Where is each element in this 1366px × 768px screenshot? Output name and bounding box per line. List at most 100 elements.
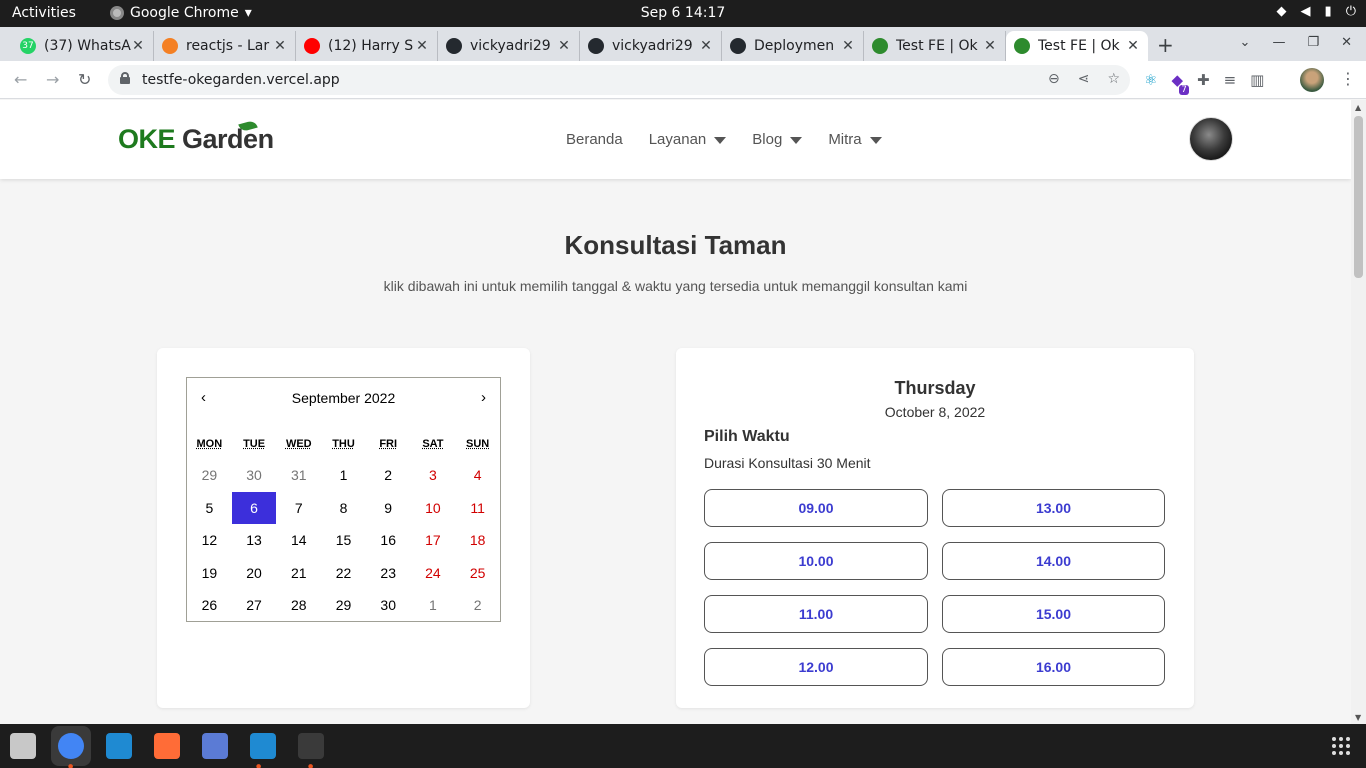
screenshot-icon[interactable] — [202, 733, 228, 759]
calendar-day[interactable]: 29 — [187, 459, 232, 492]
calendar-day[interactable]: 7 — [276, 492, 321, 525]
user-avatar[interactable] — [1189, 117, 1233, 161]
forward-icon[interactable]: → — [46, 70, 59, 89]
calendar-day[interactable]: 16 — [366, 524, 411, 557]
browser-tab[interactable]: (12) Harry S ✕ — [296, 31, 438, 61]
calendar-day[interactable]: 25 — [455, 557, 500, 590]
files-icon[interactable] — [10, 733, 36, 759]
maximize-icon[interactable]: ❐ — [1307, 35, 1319, 50]
show-apps-icon[interactable] — [1332, 737, 1350, 755]
close-tab-icon[interactable]: ✕ — [699, 38, 713, 54]
url-text[interactable]: testfe-okegarden.vercel.app — [142, 72, 340, 88]
power-icon[interactable]: ⏻ — [1346, 4, 1356, 19]
calendar-day[interactable]: 20 — [232, 557, 277, 590]
calendar-day[interactable]: 14 — [276, 524, 321, 557]
nav-item-mitra[interactable]: Mitra — [828, 131, 882, 148]
calendar-day[interactable]: 28 — [276, 589, 321, 622]
reload-icon[interactable]: ↻ — [78, 70, 91, 89]
time-slot-button[interactable]: 09.00 — [704, 489, 928, 527]
scroll-thumb[interactable] — [1354, 116, 1363, 278]
zoom-icon[interactable]: ⊖ — [1048, 71, 1060, 87]
volume-icon[interactable]: ◀ — [1301, 4, 1311, 19]
close-tab-icon[interactable]: ✕ — [557, 38, 571, 54]
calendar-day[interactable]: 5 — [187, 492, 232, 525]
app-menu[interactable]: Google Chrome ▾ — [110, 5, 252, 21]
time-slot-button[interactable]: 16.00 — [942, 648, 1165, 686]
calendar-day[interactable]: 19 — [187, 557, 232, 590]
postman-icon[interactable] — [154, 733, 180, 759]
calendar-day[interactable]: 21 — [276, 557, 321, 590]
close-tab-icon[interactable]: ✕ — [983, 38, 997, 54]
page-scrollbar[interactable]: ▲ ▼ — [1351, 100, 1366, 724]
time-slot-button[interactable]: 13.00 — [942, 489, 1165, 527]
bookmark-star-icon[interactable]: ☆ — [1107, 71, 1120, 87]
activities-button[interactable]: Activities — [12, 5, 76, 21]
vscode-icon[interactable] — [106, 733, 132, 759]
side-panel-icon[interactable]: ▥ — [1250, 71, 1264, 89]
tab-search-icon[interactable]: ⌄ — [1240, 35, 1251, 50]
media-queue-icon[interactable]: ≡ — [1224, 71, 1237, 89]
time-slot-button[interactable]: 11.00 — [704, 595, 928, 633]
calendar-day[interactable]: 26 — [187, 589, 232, 622]
calendar-day[interactable]: 23 — [366, 557, 411, 590]
terminal-icon[interactable] — [298, 733, 324, 759]
calendar-day[interactable]: 1 — [321, 459, 366, 492]
calendar-day[interactable]: 30 — [366, 589, 411, 622]
browser-tab[interactable]: 37 (37) WhatsA ✕ — [12, 31, 154, 61]
browser-tab[interactable]: vickyadri29 ✕ — [438, 31, 580, 61]
calendar-day[interactable]: 15 — [321, 524, 366, 557]
close-tab-icon[interactable]: ✕ — [841, 38, 855, 54]
calendar-day[interactable]: 13 — [232, 524, 277, 557]
close-tab-icon[interactable]: ✕ — [1126, 38, 1140, 54]
close-window-icon[interactable]: ✕ — [1341, 35, 1352, 50]
share-icon[interactable]: ⋖ — [1078, 71, 1090, 87]
time-slot-button[interactable]: 12.00 — [704, 648, 928, 686]
system-tray[interactable]: ◆ ◀ ▮ ⏻ — [1277, 4, 1356, 19]
calendar-day[interactable]: 18 — [455, 524, 500, 557]
calendar-day[interactable]: 27 — [232, 589, 277, 622]
chrome-profile-avatar[interactable] — [1300, 68, 1324, 92]
browser-tab[interactable]: Deploymen ✕ — [722, 31, 864, 61]
calendar-day[interactable]: 17 — [411, 524, 456, 557]
calendar-day[interactable]: 2 — [366, 459, 411, 492]
react-devtools-icon[interactable]: ⚛ — [1144, 71, 1157, 89]
browser-tab[interactable]: Test FE | Ok ✕ — [1006, 31, 1148, 61]
calendar-day[interactable]: 30 — [232, 459, 277, 492]
close-tab-icon[interactable]: ✕ — [273, 38, 287, 54]
scroll-down-icon[interactable]: ▼ — [1355, 713, 1361, 722]
puzzle-icon[interactable]: ✚ — [1197, 71, 1210, 89]
lock-icon[interactable] — [120, 72, 130, 84]
battery-icon[interactable]: ▮ — [1325, 4, 1332, 19]
vscode-icon[interactable] — [250, 733, 276, 759]
prev-month-button[interactable]: ‹ — [201, 389, 206, 406]
minimize-icon[interactable]: — — [1272, 35, 1285, 50]
close-tab-icon[interactable]: ✕ — [415, 38, 429, 54]
calendar-day[interactable]: 11 — [455, 492, 500, 525]
time-slot-button[interactable]: 15.00 — [942, 595, 1165, 633]
scroll-up-icon[interactable]: ▲ — [1355, 103, 1361, 112]
calendar-day[interactable]: 22 — [321, 557, 366, 590]
new-tab-button[interactable]: + — [1157, 33, 1174, 57]
extension-badge-icon[interactable]: ◆ 7 — [1171, 71, 1189, 95]
month-label-button[interactable]: September 2022 — [292, 390, 396, 406]
okegarden-logo[interactable]: OKE Garden — [118, 119, 274, 155]
calendar-day[interactable]: 29 — [321, 589, 366, 622]
calendar-day[interactable]: 9 — [366, 492, 411, 525]
back-icon[interactable]: ← — [14, 70, 27, 89]
time-slot-button[interactable]: 14.00 — [942, 542, 1165, 580]
calendar-day[interactable]: 4 — [455, 459, 500, 492]
wifi-icon[interactable]: ◆ — [1277, 4, 1287, 19]
calendar-day[interactable]: 24 — [411, 557, 456, 590]
chrome-menu-icon[interactable]: ⋮ — [1340, 69, 1356, 88]
address-bar[interactable]: testfe-okegarden.vercel.app ⊖ ⋖ ☆ — [108, 65, 1130, 95]
calendar-day[interactable]: 10 — [411, 492, 456, 525]
browser-tab[interactable]: vickyadri29 ✕ — [580, 31, 722, 61]
calendar-day[interactable]: 3 — [411, 459, 456, 492]
nav-item-beranda[interactable]: Beranda — [566, 131, 623, 148]
browser-tab[interactable]: Test FE | Ok ✕ — [864, 31, 1006, 61]
nav-item-layanan[interactable]: Layanan — [649, 131, 727, 148]
calendar-day[interactable]: 2 — [455, 589, 500, 622]
browser-tab[interactable]: reactjs - Lar ✕ — [154, 31, 296, 61]
system-clock[interactable]: Sep 6 14:17 — [641, 5, 726, 21]
calendar-day[interactable]: 1 — [411, 589, 456, 622]
